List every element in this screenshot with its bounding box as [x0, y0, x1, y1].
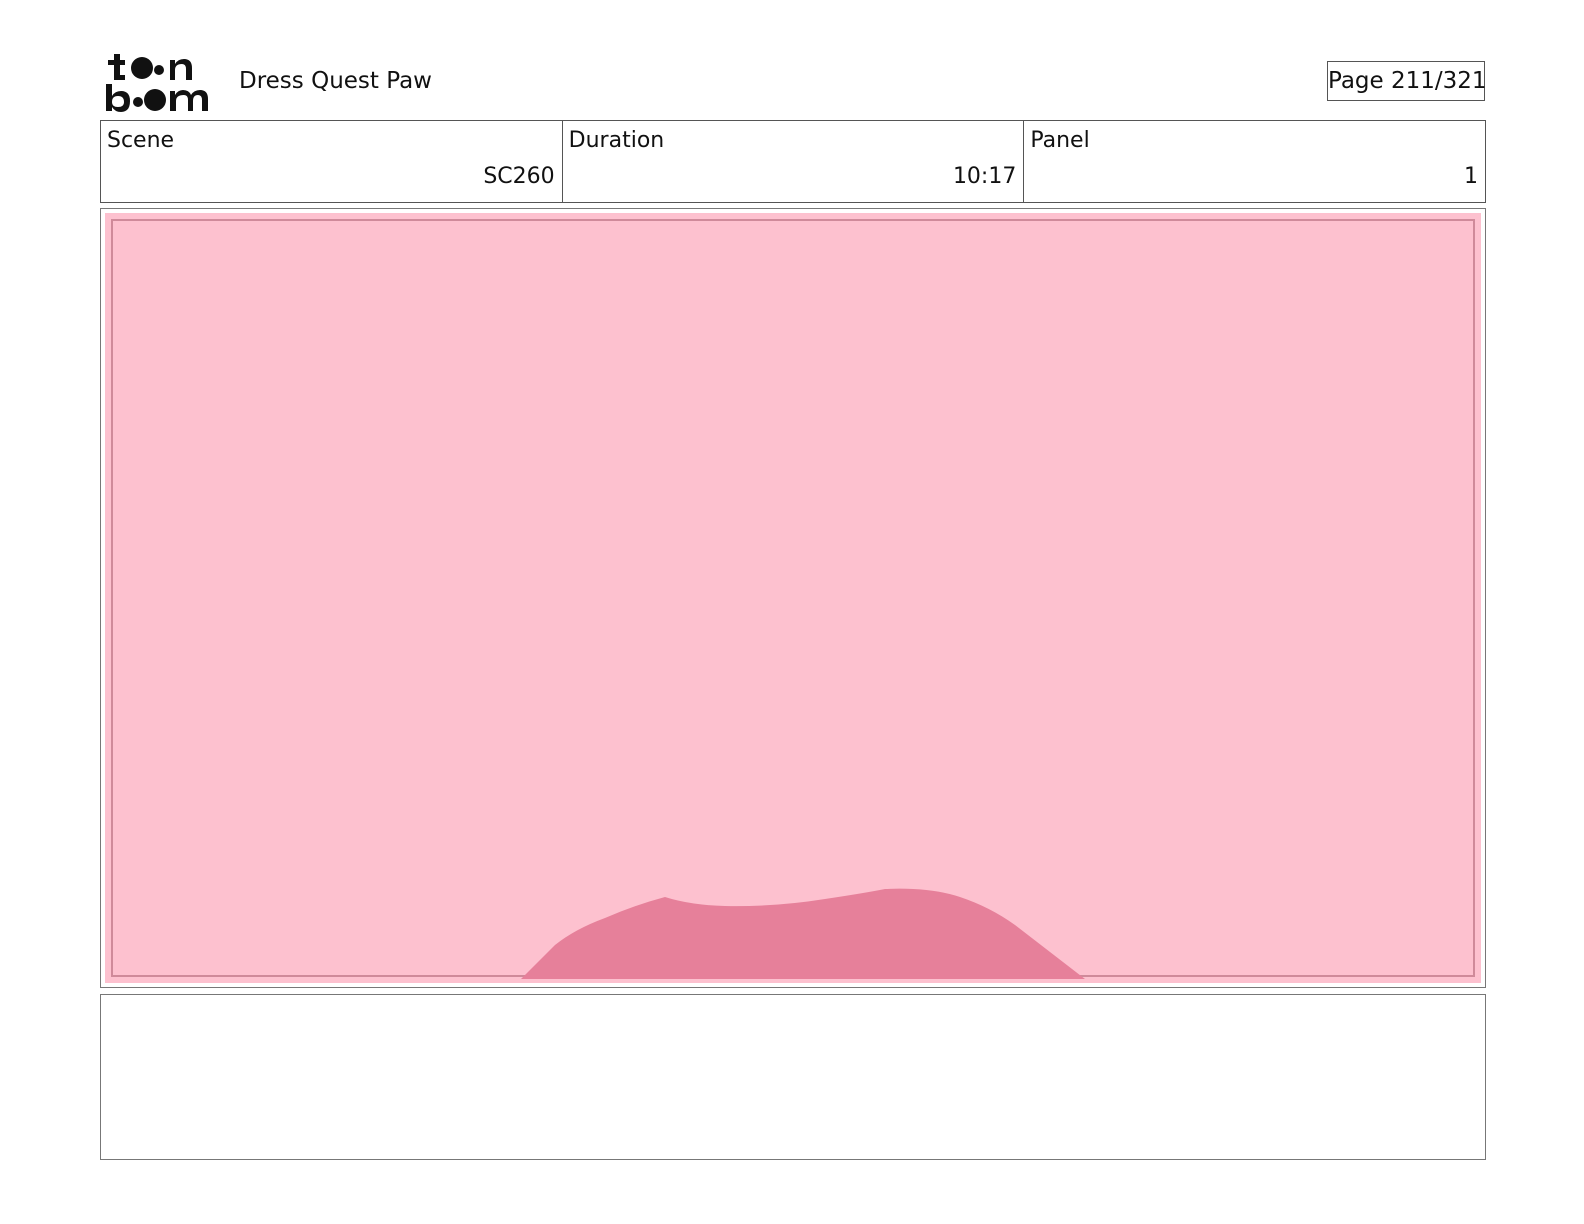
project-title: Dress Quest Paw [239, 68, 432, 94]
panel-value: 1 [1464, 164, 1479, 189]
scene-label: Scene [107, 128, 175, 153]
toon-boom-logo [106, 54, 208, 112]
storyboard-panel-frame [100, 208, 1486, 988]
duration-value: 10:17 [952, 164, 1017, 189]
scene-cell: Scene SC260 [101, 121, 563, 202]
storyboard-panel-image [105, 213, 1481, 983]
panel-cell: Panel 1 [1024, 121, 1485, 202]
panel-notes-box [100, 994, 1486, 1160]
scene-value: SC260 [483, 164, 555, 189]
panel-label: Panel [1030, 128, 1090, 153]
duration-cell: Duration 10:17 [563, 121, 1025, 202]
panel-info-table: Scene SC260 Duration 10:17 Panel 1 [100, 120, 1486, 203]
duration-label: Duration [568, 128, 665, 153]
page-indicator: Page 211/321 [1327, 61, 1487, 101]
panel-background [105, 213, 1481, 983]
